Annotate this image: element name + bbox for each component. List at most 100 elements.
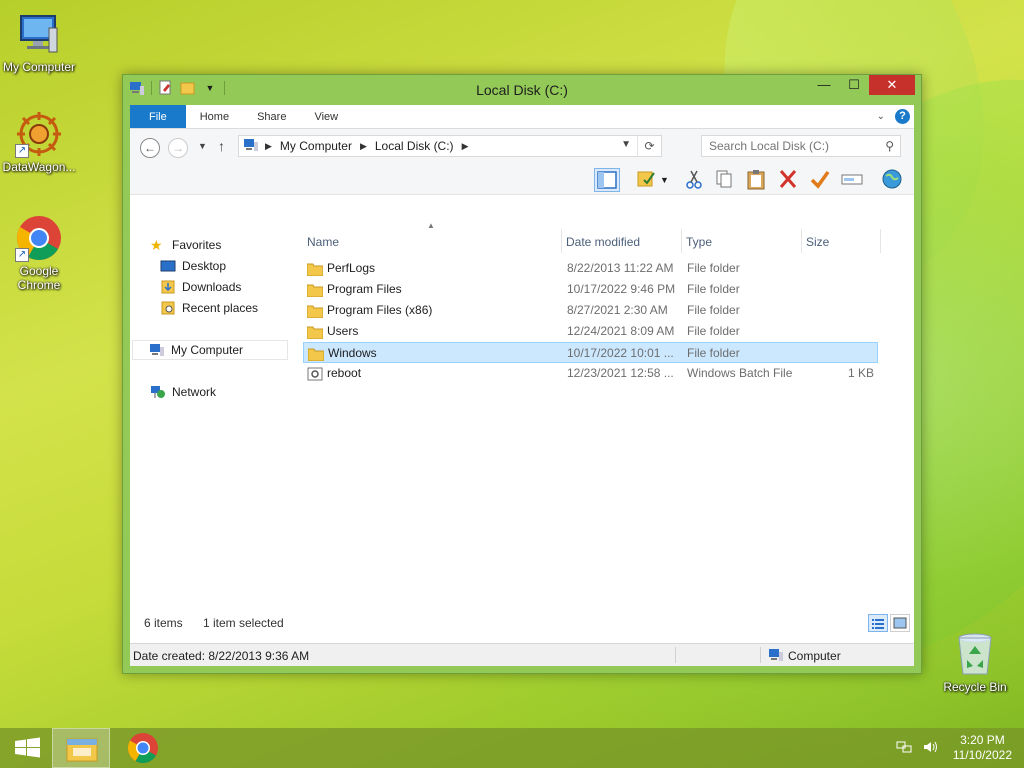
chevron-right-icon[interactable]: ▶ (265, 141, 272, 152)
refresh-button[interactable]: ⟳ (637, 136, 661, 156)
chevron-down-icon[interactable]: ▼ (660, 168, 672, 192)
shortcut-arrow-icon: ↗ (15, 144, 29, 158)
preview-pane-button[interactable] (594, 168, 620, 192)
forward-button[interactable]: → (168, 138, 188, 158)
maximize-button[interactable]: ☐ (839, 75, 869, 95)
nav-label: Favorites (172, 238, 222, 252)
file-date: 12/24/2021 8:09 AM (567, 324, 675, 338)
address-bar-row: ← → ▼ ↑ ▶ My Computer ▶ Local Disk (C:) … (130, 129, 914, 165)
location-label: Computer (788, 649, 841, 663)
file-type: File folder (687, 303, 740, 317)
title-bar[interactable]: ▼ Local Disk (C:) — ☐ ✕ (123, 75, 921, 105)
search-icon[interactable]: ⚲ (885, 139, 894, 153)
close-button[interactable]: ✕ (869, 75, 915, 95)
checkmark-icon[interactable] (808, 168, 834, 192)
file-name: reboot (327, 366, 362, 380)
file-row[interactable]: PerfLogs 8/22/2013 11:22 AM File folder (303, 258, 878, 279)
file-type: File folder (687, 346, 740, 360)
search-input[interactable] (709, 139, 879, 153)
chevron-right-icon[interactable]: ▶ (462, 141, 469, 152)
desktop-icon-recycle-bin[interactable]: Recycle Bin (936, 630, 1014, 694)
help-icon[interactable]: ? (895, 109, 910, 124)
recycle-bin-icon (951, 630, 999, 678)
globe-icon[interactable] (880, 168, 906, 192)
desktop-icon-datawagon[interactable]: ↗ DataWagon... (0, 110, 78, 174)
file-row-selected[interactable]: Windows 10/17/2022 10:01 ... File folder (303, 342, 878, 363)
folder-icon (306, 304, 324, 319)
paste-icon[interactable] (744, 168, 770, 192)
nav-desktop[interactable]: Desktop (160, 256, 226, 276)
column-divider[interactable] (880, 229, 881, 253)
breadcrumb-local-disk[interactable]: Local Disk (C:) (375, 139, 454, 153)
taskbar-file-explorer[interactable] (52, 728, 110, 768)
volume-icon[interactable] (922, 740, 938, 757)
desktop-icon-my-computer[interactable]: My Computer (0, 10, 78, 74)
clock-date: 11/10/2022 (952, 748, 1012, 762)
window-controls: — ☐ ✕ (809, 75, 915, 95)
computer-icon (243, 138, 259, 155)
minimize-button[interactable]: — (809, 75, 839, 95)
command-toolbar: ▼ (130, 165, 914, 195)
date-created: Date created: 8/22/2013 9:36 AM (133, 649, 310, 663)
file-date: 8/22/2013 11:22 AM (567, 261, 674, 275)
nav-downloads[interactable]: Downloads (160, 277, 241, 297)
tab-share[interactable]: Share (243, 105, 300, 128)
file-type: File folder (687, 324, 740, 338)
file-row[interactable]: reboot 12/23/2021 12:58 ... Windows Batc… (303, 363, 878, 384)
status-bar: 6 items 1 item selected (130, 610, 914, 636)
folder-icon (306, 325, 324, 340)
column-header-type[interactable]: Type (682, 231, 801, 253)
file-row[interactable]: Users 12/24/2021 8:09 AM File folder (303, 321, 878, 342)
large-icons-view-button[interactable] (890, 614, 910, 632)
delete-icon[interactable] (776, 168, 802, 192)
navigation-pane: ★ Favorites Desktop Downloads Recent pla… (130, 225, 296, 610)
breadcrumb-my-computer[interactable]: My Computer (280, 139, 352, 153)
column-header-name[interactable]: Name (303, 231, 561, 253)
column-header-size[interactable]: Size (802, 231, 880, 253)
taskbar: 3:20 PM 11/10/2022 (0, 728, 1024, 768)
nav-favorites[interactable]: ★ Favorites (150, 235, 221, 255)
expand-ribbon-icon[interactable]: ⌄ (877, 111, 885, 122)
file-type: File folder (687, 261, 740, 275)
network-icon[interactable] (896, 740, 912, 757)
desktop-icon (160, 259, 176, 273)
file-name: Program Files (327, 282, 402, 296)
desktop-icon-label: Google Chrome (17, 264, 61, 292)
nav-my-computer[interactable]: My Computer (132, 340, 288, 360)
chevron-down-icon[interactable]: ▼ (621, 139, 631, 150)
address-box[interactable]: ▶ My Computer ▶ Local Disk (C:) ▶ ▼ ⟳ (238, 135, 662, 157)
network-icon (150, 385, 166, 399)
copy-icon[interactable] (712, 168, 738, 192)
tab-file[interactable]: File (130, 105, 186, 128)
details-view-button[interactable] (868, 614, 888, 632)
nav-label: Recent places (182, 301, 259, 315)
column-header-date[interactable]: Date modified (562, 231, 681, 253)
nav-recent-places[interactable]: Recent places (160, 298, 258, 318)
properties-icon[interactable] (634, 168, 660, 192)
rename-icon[interactable] (840, 168, 866, 192)
file-row[interactable]: Program Files (x86) 8/27/2021 2:30 AM Fi… (303, 300, 878, 321)
tab-home[interactable]: Home (186, 105, 243, 128)
file-date: 12/23/2021 12:58 ... (567, 366, 674, 380)
file-name: Windows (328, 346, 377, 360)
desktop-icon-label: My Computer (2, 60, 76, 74)
desktop-icon-chrome[interactable]: ↗ Google Chrome (0, 214, 78, 292)
recent-locations-icon[interactable]: ▼ (198, 141, 207, 151)
content-area: ★ Favorites Desktop Downloads Recent pla… (130, 221, 914, 610)
start-button[interactable] (0, 728, 58, 768)
nav-network[interactable]: Network (150, 382, 216, 402)
batch-file-icon (307, 367, 323, 381)
file-row[interactable]: Program Files 10/17/2022 9:46 PM File fo… (303, 279, 878, 300)
tab-view[interactable]: View (300, 105, 352, 128)
search-box[interactable]: ⚲ (701, 135, 901, 157)
recent-places-icon (160, 301, 176, 315)
star-icon: ★ (150, 237, 163, 253)
taskbar-chrome[interactable] (114, 728, 172, 768)
chevron-right-icon[interactable]: ▶ (360, 141, 367, 152)
back-button[interactable]: ← (140, 138, 160, 158)
up-button[interactable]: ↑ (218, 138, 225, 154)
cut-icon[interactable] (682, 168, 708, 192)
window-title: Local Disk (C:) (476, 82, 568, 98)
file-date: 8/27/2021 2:30 AM (567, 303, 668, 317)
taskbar-clock[interactable]: 3:20 PM 11/10/2022 (953, 733, 1012, 763)
